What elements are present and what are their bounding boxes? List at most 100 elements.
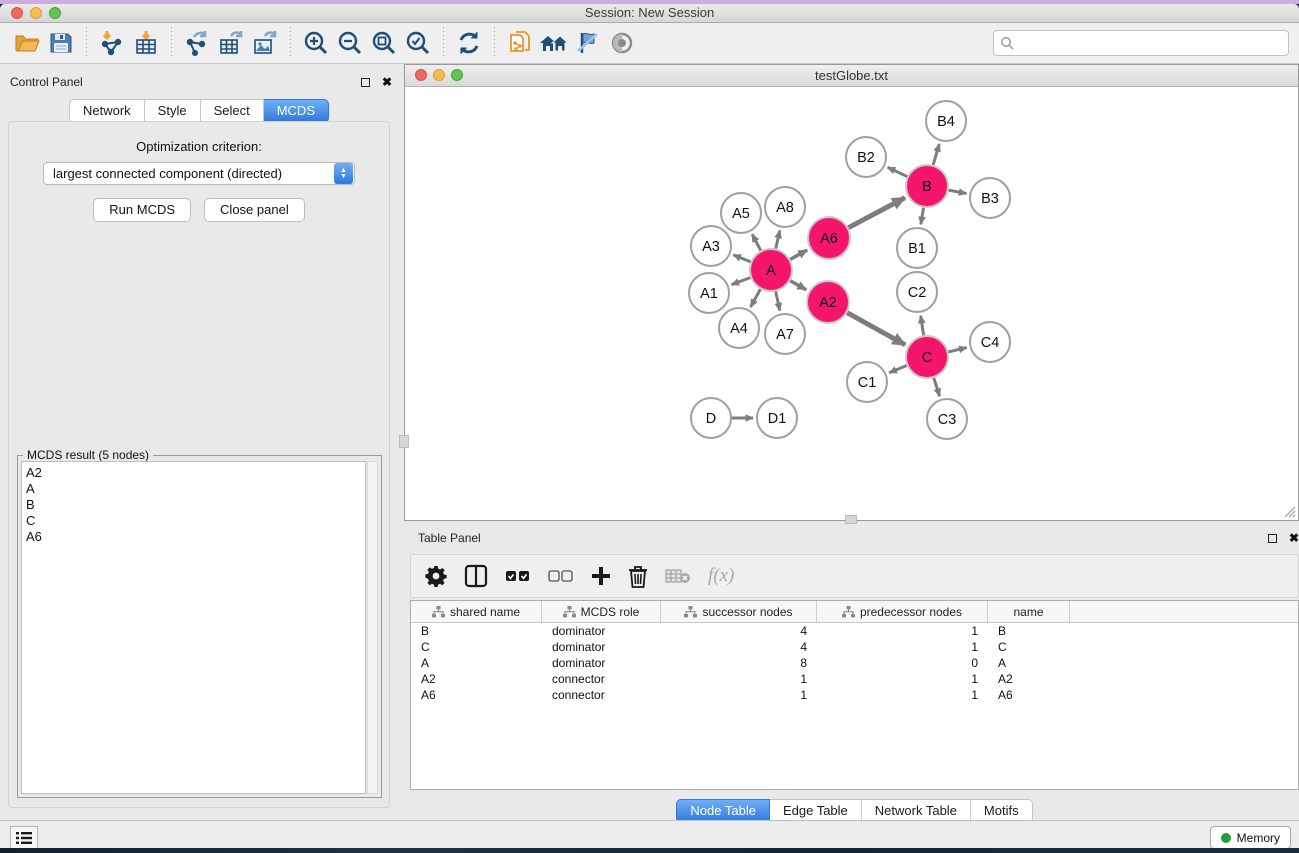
edge-A-A2[interactable] xyxy=(790,281,806,290)
result-list-scrollbar[interactable] xyxy=(367,461,378,794)
cell-successor-nodes[interactable]: 8 xyxy=(661,656,817,670)
tab-style[interactable]: Style xyxy=(145,99,201,123)
edge-A6-B[interactable] xyxy=(848,198,904,228)
node-A3[interactable]: A3 xyxy=(691,226,731,266)
cell-successor-nodes[interactable]: 4 xyxy=(661,640,817,654)
first-neighbors-button[interactable] xyxy=(537,27,571,59)
close-panel-button[interactable]: Close panel xyxy=(204,198,305,222)
search-input[interactable] xyxy=(1018,36,1282,50)
create-column-button[interactable] xyxy=(591,566,611,586)
node-A5[interactable]: A5 xyxy=(721,193,761,233)
node-B4[interactable]: B4 xyxy=(926,101,966,141)
float-panel-icon[interactable] xyxy=(361,78,370,87)
edge-B-B3[interactable] xyxy=(949,190,967,193)
node-A8[interactable]: A8 xyxy=(765,187,805,227)
cell-MCDS-role[interactable]: dominator xyxy=(542,624,661,638)
edge-A-A3[interactable] xyxy=(733,255,750,262)
edge-C-C4[interactable] xyxy=(948,348,966,352)
node-A7[interactable]: A7 xyxy=(765,314,805,354)
cell-name[interactable]: B xyxy=(988,624,1070,638)
node-D[interactable]: D xyxy=(691,398,731,438)
cell-predecessor-nodes[interactable]: 1 xyxy=(817,672,988,686)
node-C[interactable]: C xyxy=(906,336,948,378)
node-A1[interactable]: A1 xyxy=(689,273,729,313)
edge-C-C3[interactable] xyxy=(934,378,940,396)
cell-successor-nodes[interactable]: 1 xyxy=(661,672,817,686)
zoom-fit-button[interactable] xyxy=(367,27,401,59)
close-panel-icon[interactable]: ✖ xyxy=(382,76,392,88)
export-network-button[interactable] xyxy=(180,27,214,59)
memory-button[interactable]: Memory xyxy=(1210,826,1291,848)
table-row[interactable]: Cdominator41C xyxy=(411,639,1298,655)
cell-MCDS-role[interactable]: dominator xyxy=(542,656,661,670)
column-header-name[interactable]: name xyxy=(988,601,1070,622)
node-B3[interactable]: B3 xyxy=(970,178,1010,218)
open-session-button[interactable] xyxy=(10,27,44,59)
result-item[interactable]: A2 xyxy=(26,465,365,481)
copy-network-button[interactable] xyxy=(503,27,537,59)
cell-predecessor-nodes[interactable]: 1 xyxy=(817,688,988,702)
cell-predecessor-nodes[interactable]: 1 xyxy=(817,640,988,654)
node-A4[interactable]: A4 xyxy=(719,308,759,348)
cell-successor-nodes[interactable]: 4 xyxy=(661,624,817,638)
network-horizontal-scroll-thumb[interactable] xyxy=(845,515,857,524)
node-B2[interactable]: B2 xyxy=(846,137,886,177)
cell-predecessor-nodes[interactable]: 1 xyxy=(817,624,988,638)
cell-name[interactable]: A6 xyxy=(988,688,1070,702)
search-field[interactable] xyxy=(993,30,1289,56)
cell-shared-name[interactable]: A xyxy=(411,656,542,670)
column-view-button[interactable] xyxy=(464,564,488,588)
cell-name[interactable]: A2 xyxy=(988,672,1070,686)
cell-name[interactable]: C xyxy=(988,640,1070,654)
node-B[interactable]: B xyxy=(906,165,948,207)
table-settings-button[interactable] xyxy=(425,565,447,587)
refresh-button[interactable] xyxy=(452,27,486,59)
delete-table-button[interactable] xyxy=(665,567,691,585)
criterion-dropdown[interactable]: largest connected component (directed) ▲… xyxy=(43,162,355,185)
edge-C-C1[interactable] xyxy=(889,365,907,372)
table-row[interactable]: A2connector11A2 xyxy=(411,671,1298,687)
export-image-button[interactable] xyxy=(248,27,282,59)
resize-grip-icon[interactable] xyxy=(1282,504,1296,518)
column-header-shared-name[interactable]: shared name xyxy=(411,601,542,622)
node-D1[interactable]: D1 xyxy=(757,398,797,438)
tab-network[interactable]: Network xyxy=(69,99,145,123)
run-mcds-button[interactable]: Run MCDS xyxy=(93,198,191,222)
cell-shared-name[interactable]: C xyxy=(411,640,542,654)
column-header-predecessor-nodes[interactable]: predecessor nodes xyxy=(817,601,988,622)
table-row[interactable]: Adominator80A xyxy=(411,655,1298,671)
delete-columns-button[interactable] xyxy=(628,565,648,588)
column-header-MCDS-role[interactable]: MCDS role xyxy=(542,601,661,622)
cell-MCDS-role[interactable]: connector xyxy=(542,688,661,702)
cell-predecessor-nodes[interactable]: 0 xyxy=(817,656,988,670)
task-history-button[interactable] xyxy=(10,826,38,848)
node-C4[interactable]: C4 xyxy=(970,322,1010,362)
save-session-button[interactable] xyxy=(44,27,78,59)
edge-A-A4[interactable] xyxy=(751,289,761,307)
result-item[interactable]: C xyxy=(26,513,365,529)
node-A[interactable]: A xyxy=(750,249,792,291)
node-C3[interactable]: C3 xyxy=(927,399,967,439)
edge-B-B4[interactable] xyxy=(933,144,939,165)
edge-A-A1[interactable] xyxy=(732,278,751,285)
tab-select[interactable]: Select xyxy=(201,99,264,123)
table-row[interactable]: Bdominator41B xyxy=(411,623,1298,639)
zoom-in-button[interactable] xyxy=(299,27,333,59)
cell-successor-nodes[interactable]: 1 xyxy=(661,688,817,702)
node-C2[interactable]: C2 xyxy=(897,272,937,312)
mcds-result-list[interactable]: A2ABCA6 xyxy=(21,461,366,794)
hide-details-button[interactable] xyxy=(571,27,605,59)
unselect-all-checkboxes-button[interactable] xyxy=(548,569,574,583)
close-table-panel-icon[interactable]: ✖ xyxy=(1289,532,1299,544)
float-table-panel-icon[interactable] xyxy=(1268,534,1277,543)
node-C1[interactable]: C1 xyxy=(847,362,887,402)
cell-shared-name[interactable]: A2 xyxy=(411,672,542,686)
cell-shared-name[interactable]: A6 xyxy=(411,688,542,702)
cell-MCDS-role[interactable]: dominator xyxy=(542,640,661,654)
network-vertical-scroll-thumb[interactable] xyxy=(399,435,409,448)
cell-shared-name[interactable]: B xyxy=(411,624,542,638)
edge-A-A6[interactable] xyxy=(790,250,807,259)
result-item[interactable]: B xyxy=(26,497,365,513)
edge-A-A7[interactable] xyxy=(776,291,780,310)
edge-A-A8[interactable] xyxy=(776,230,780,248)
